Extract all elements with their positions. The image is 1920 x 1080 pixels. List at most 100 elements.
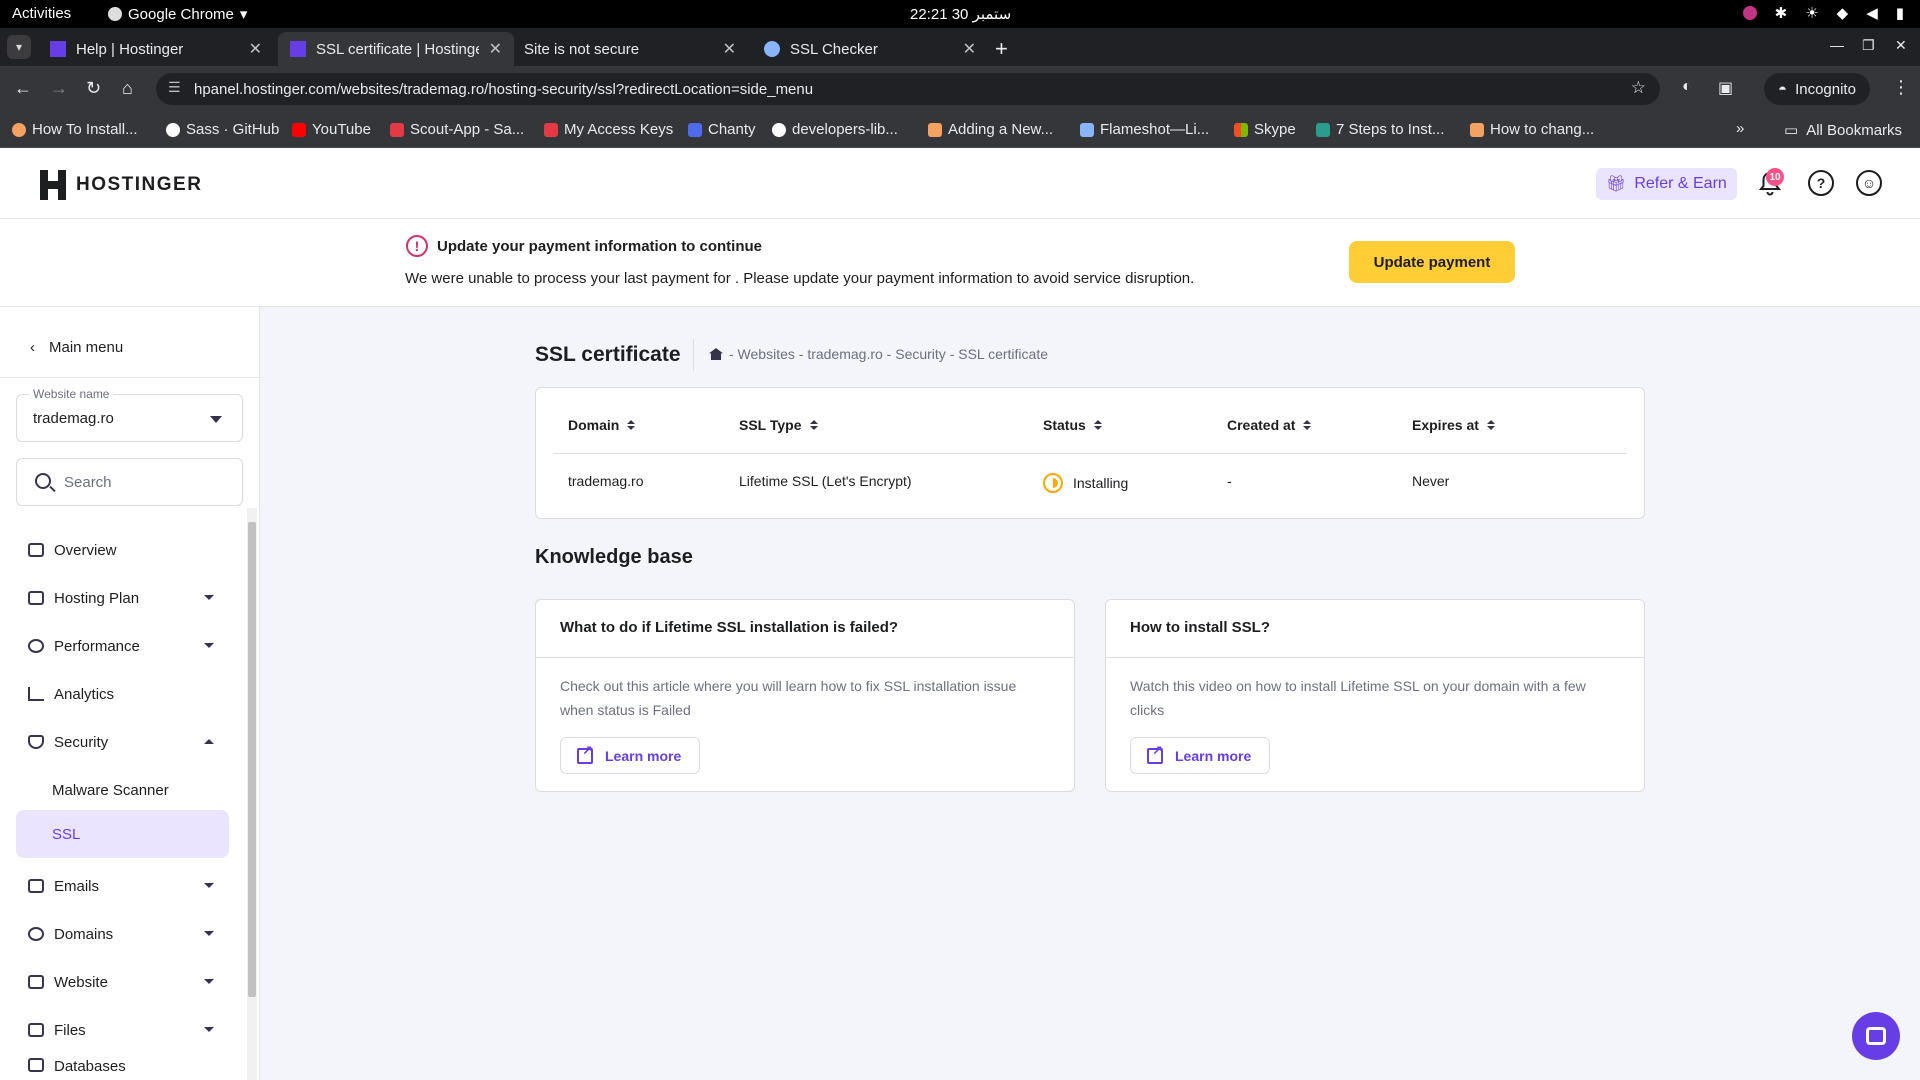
chevron-left-icon: ‹ <box>30 339 35 356</box>
app-name: Google Chrome <box>128 5 234 23</box>
bookmark-item[interactable]: Adding a New... <box>928 121 1053 138</box>
help-icon[interactable]: ? <box>1808 170 1834 196</box>
sidebar-item-overview[interactable]: Overview <box>16 526 228 574</box>
activities-button[interactable]: Activities <box>12 5 71 22</box>
bookmark-item[interactable]: Sass · GitHub <box>166 121 279 138</box>
tab-site-not-secure[interactable]: Site is not secure ✕ <box>512 32 748 66</box>
sidebar-item-performance[interactable]: Performance <box>16 622 228 670</box>
maximize-icon[interactable]: ❐ <box>1862 37 1875 54</box>
learn-more-button[interactable]: Learn more <box>1130 737 1271 774</box>
chat-button[interactable] <box>1852 1012 1900 1060</box>
sidebar-item-domains[interactable]: Domains <box>16 910 228 958</box>
wifi-icon[interactable]: ◆ <box>1837 4 1849 22</box>
bookmark-item[interactable]: 7 Steps to Inst... <box>1316 121 1444 138</box>
learn-more-button[interactable]: Learn more <box>560 737 701 774</box>
bookmark-item[interactable]: Scout-App - Sa... <box>390 121 524 138</box>
sidebar-item-malware-scanner[interactable]: Malware Scanner <box>16 766 228 814</box>
bookmark-item[interactable]: How to chang... <box>1470 121 1594 138</box>
tab-help-hostinger[interactable]: Help | Hostinger ✕ <box>38 32 274 66</box>
home-icon[interactable]: ⌂ <box>122 78 133 99</box>
column-label: Created at <box>1227 417 1296 433</box>
bookmark-item[interactable]: Flameshot—Li... <box>1080 121 1209 138</box>
sidebar-item-hosting-plan[interactable]: Hosting Plan <box>16 574 228 622</box>
chart-line-icon <box>28 687 44 701</box>
chanty-icon <box>688 122 702 137</box>
extensions-puzzle-icon[interactable]: ▣ <box>1718 78 1733 98</box>
bookmark-item[interactable]: How To Install... <box>12 121 138 138</box>
sidebar-item-website[interactable]: Website <box>16 958 228 1006</box>
kb-card-text: Check out this article where you will le… <box>560 678 1017 718</box>
volume-icon[interactable]: ◀ <box>1866 4 1878 22</box>
bookmark-item[interactable]: YouTube <box>292 121 371 138</box>
reload-icon[interactable]: ↻ <box>86 78 101 99</box>
main-menu-link[interactable]: ‹ Main menu <box>30 339 123 356</box>
close-icon[interactable]: ✕ <box>489 39 502 59</box>
column-header-status[interactable]: Status <box>1043 417 1102 433</box>
bookmark-star-icon[interactable]: ☆ <box>1631 78 1646 98</box>
shield-favicon-icon <box>764 41 780 57</box>
breadcrumb-text[interactable]: - Websites - trademag.ro - Security - SS… <box>729 346 1048 362</box>
more-menu-icon[interactable]: ⋮ <box>1892 77 1910 98</box>
column-header-created-at[interactable]: Created at <box>1227 417 1312 433</box>
extension-icon[interactable]: ◐ <box>1682 78 1692 96</box>
sidebar-item-security[interactable]: Security <box>16 718 228 766</box>
window-close-icon[interactable]: ✕ <box>1895 37 1907 54</box>
sidebar-item-analytics[interactable]: Analytics <box>16 670 228 718</box>
bookmark-item[interactable]: Skype <box>1234 121 1296 138</box>
sidebar: ‹ Main menu Website name trademag.ro Sea… <box>0 307 260 1080</box>
site-info-icon[interactable]: ☰ <box>168 79 181 96</box>
update-payment-button[interactable]: Update payment <box>1349 241 1515 283</box>
kb-card-install-ssl: How to install SSL? Watch this video on … <box>1105 599 1645 792</box>
url-text[interactable]: hpanel.hostinger.com/websites/trademag.r… <box>194 81 813 98</box>
tab-ssl-checker[interactable]: SSL Checker ✕ <box>752 32 988 66</box>
brightness-icon[interactable]: ☀ <box>1805 4 1818 22</box>
close-icon[interactable]: ✕ <box>723 39 736 59</box>
sidebar-item-emails[interactable]: Emails <box>16 862 228 910</box>
app-header: HOSTINGER 🎁︎ Refer & Earn ? ☺ <box>0 148 1920 219</box>
column-header-expires-at[interactable]: Expires at <box>1412 417 1495 433</box>
bookmark-label: 7 Steps to Inst... <box>1336 121 1445 138</box>
website-select[interactable]: Website name trademag.ro <box>16 387 243 442</box>
new-tab-button[interactable]: + <box>995 36 1008 62</box>
close-icon[interactable]: ✕ <box>249 39 262 59</box>
banner-title: Update your payment information to conti… <box>437 238 763 255</box>
minimize-icon[interactable]: — <box>1830 37 1844 53</box>
tab-search-button[interactable]: ▾ <box>7 35 31 59</box>
forward-icon[interactable]: → <box>50 78 68 99</box>
sidebar-scrollbar-thumb[interactable] <box>248 522 256 997</box>
sidebar-item-databases[interactable]: Databases <box>16 1054 228 1080</box>
clock[interactable]: 22:21 30 ستمبر <box>910 5 1011 23</box>
refer-earn-button[interactable]: 🎁︎ Refer & Earn <box>1596 168 1737 200</box>
sidebar-item-ssl[interactable]: SSL <box>16 810 229 858</box>
app-indicator-icon[interactable] <box>1742 6 1757 20</box>
hostinger-logo[interactable]: HOSTINGER <box>40 170 202 200</box>
gauge-icon <box>28 639 44 653</box>
sidebar-search-input[interactable]: Search <box>16 458 243 506</box>
app-menu[interactable]: Google Chrome ▾ <box>108 5 247 23</box>
battery-icon[interactable]: ▮ <box>1896 4 1904 22</box>
incognito-indicator[interactable]: ◓ Incognito <box>1764 73 1870 105</box>
all-bookmarks-button[interactable]: ▭ All Bookmarks <box>1784 121 1902 140</box>
settings-icon[interactable]: ✱ <box>1775 4 1788 22</box>
close-icon[interactable]: ✕ <box>963 39 976 59</box>
bookmark-favicon-icon <box>1470 122 1484 137</box>
home-icon[interactable] <box>709 348 723 360</box>
bookmark-item[interactable]: developers-lib... <box>772 121 898 138</box>
sidebar-item-files[interactable]: Files <box>16 1006 228 1054</box>
sort-icon <box>1303 420 1312 430</box>
sidebar-item-label: Databases <box>54 1058 126 1075</box>
account-icon[interactable]: ☺ <box>1856 170 1882 196</box>
address-bar[interactable]: ☰ hpanel.hostinger.com/websites/trademag… <box>156 73 1660 105</box>
brand-name: HOSTINGER <box>76 174 203 195</box>
chevron-double-right-icon[interactable]: » <box>1736 120 1744 137</box>
column-header-domain[interactable]: Domain <box>568 417 636 433</box>
tab-ssl-certificate[interactable]: SSL certificate | Hostinger ✕ <box>278 32 514 66</box>
column-header-ssl-type[interactable]: SSL Type <box>739 417 818 433</box>
bookmark-item[interactable]: Chanty <box>688 121 756 138</box>
bookmark-item[interactable]: My Access Keys <box>544 121 673 138</box>
caret-down-icon <box>204 931 214 936</box>
back-icon[interactable]: ← <box>14 78 32 99</box>
breadcrumb[interactable]: - Websites - trademag.ro - Security - SS… <box>709 346 1048 362</box>
system-tray[interactable]: ✱ ☀ ◆ ◀ ▮ <box>1742 4 1904 22</box>
divider <box>536 657 1074 658</box>
